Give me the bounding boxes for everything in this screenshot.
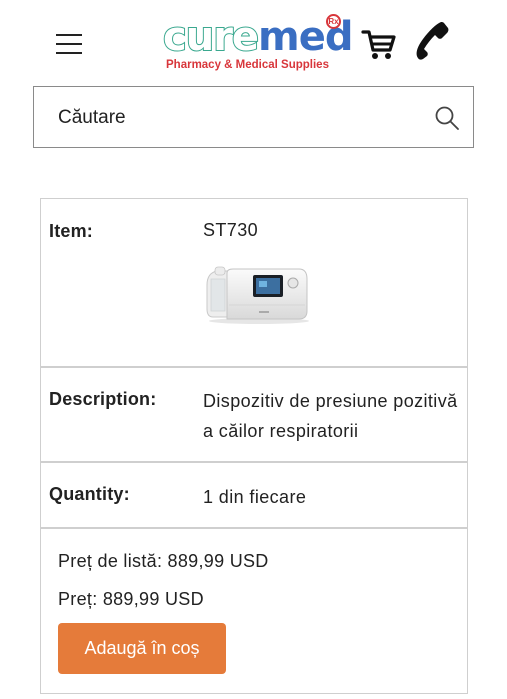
table-row-description: Description: Dispozitiv de presiune pozi… [40, 366, 468, 463]
search-input[interactable] [58, 103, 418, 133]
search-icon[interactable] [434, 105, 460, 131]
shopping-cart-icon [361, 30, 396, 59]
phone-button[interactable] [414, 20, 450, 60]
quantity-label: Quantity: [49, 484, 130, 504]
table-row-item: Item: ST730 [40, 198, 468, 368]
menu-bar-top [56, 34, 82, 36]
add-to-cart-button[interactable]: Adaugă în coș [58, 623, 226, 674]
site-header: curemed Rx Pharmacy & Medical Supplies [0, 0, 507, 84]
logo-tagline: Pharmacy & Medical Supplies [166, 59, 329, 71]
table-row-price: Preț de listă: 889,99 USD Preț: 889,99 U… [40, 527, 468, 694]
list-price: Preț de listă: 889,99 USD [58, 551, 269, 571]
logo-word-cure: cure [162, 13, 260, 61]
search-bar [33, 86, 474, 148]
quantity-value: 1 din fiecare [203, 487, 307, 507]
table-row-quantity: Quantity: 1 din fiecare [40, 461, 468, 529]
price: Preț: 889,99 USD [58, 589, 204, 609]
item-label: Item: [49, 221, 94, 241]
menu-bar-middle [56, 43, 82, 45]
logo-wordmark: curemed [162, 13, 354, 61]
product-image-cpap-device [206, 266, 309, 324]
menu-bar-bottom [56, 52, 82, 54]
phone-icon [416, 22, 449, 60]
cart-button[interactable] [361, 26, 397, 62]
item-value: ST730 [203, 220, 259, 240]
product-details-table: Item: ST730 Description: Dispozitiv de p [40, 198, 468, 694]
description-value: Dispozitiv de presiune pozitivă a căilor… [203, 391, 458, 441]
logo-rx-mark: Rx [326, 14, 341, 29]
description-label: Description: [49, 389, 157, 409]
curemed-logo[interactable]: curemed Rx Pharmacy & Medical Supplies [162, 13, 354, 76]
hamburger-menu-button[interactable] [56, 32, 82, 56]
